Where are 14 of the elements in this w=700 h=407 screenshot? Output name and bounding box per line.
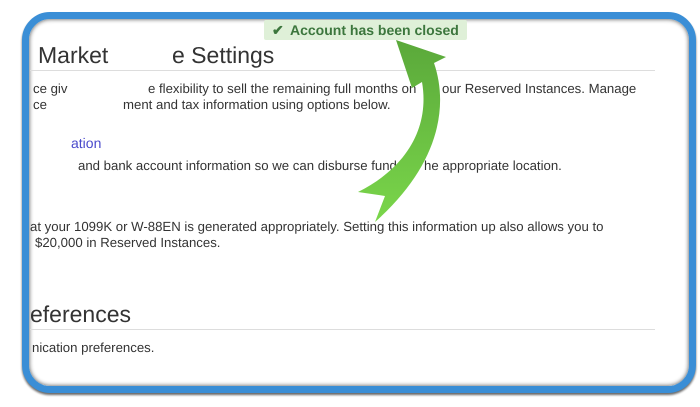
section-heading: Market xyxy=(38,41,110,69)
body-text: ment and tax information using options below. xyxy=(123,97,391,113)
body-text: our Reserved Instances. Manage xyxy=(442,81,636,97)
settings-link[interactable]: ation xyxy=(71,135,102,151)
notification-text: Account has been closed xyxy=(290,22,459,38)
body-text: at your 1099K or W-88EN is generated appropriately. Setting this information up also allows you to xyxy=(30,219,604,235)
body-text: $20,000 in Reserved Instances. xyxy=(35,235,220,251)
section-heading: eferences xyxy=(30,300,132,328)
body-text: ce xyxy=(33,97,48,113)
check-icon: ✔ xyxy=(272,22,284,38)
section-heading: e Settings xyxy=(172,41,274,69)
body-text: he appropriate location. xyxy=(424,158,562,174)
body-text: nication preferences. xyxy=(32,340,154,356)
body-text: ce giv xyxy=(33,81,68,97)
